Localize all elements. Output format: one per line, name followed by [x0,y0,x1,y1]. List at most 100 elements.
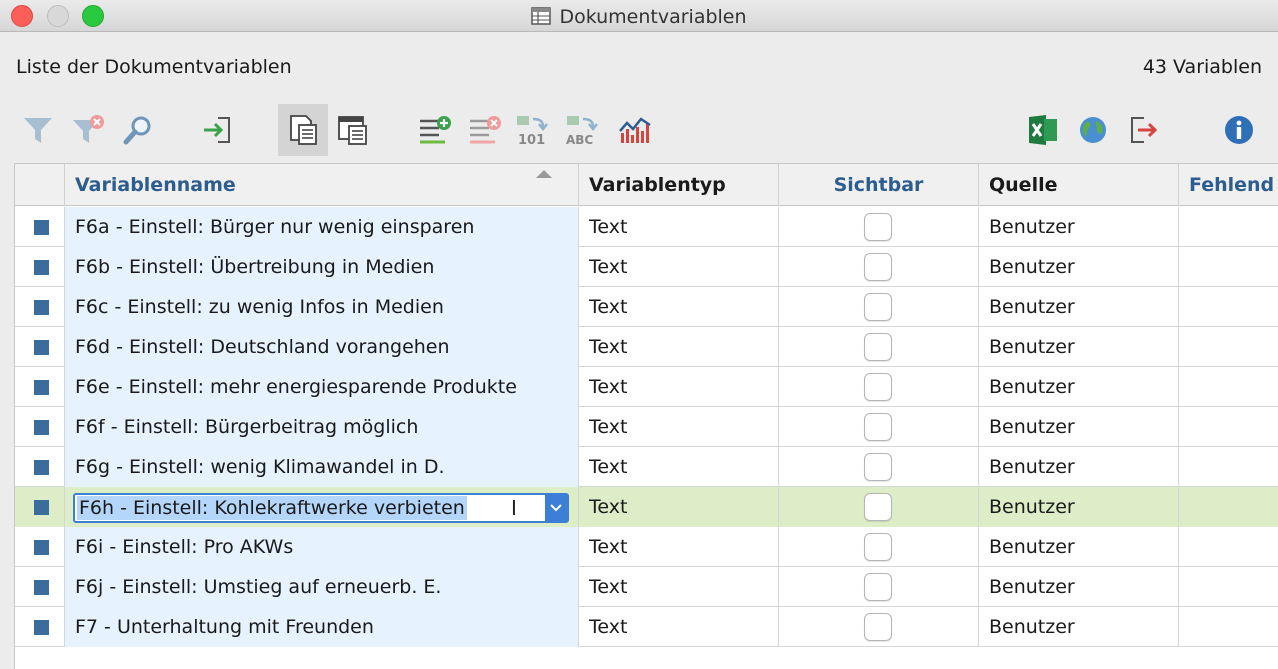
variable-type-cell[interactable]: Text [579,327,779,367]
svg-text:101: 101 [518,133,545,147]
source-cell: Benutzer [979,207,1179,247]
column-header-fehlend[interactable]: Fehlend [1179,164,1278,206]
table-row[interactable]: F6h - Einstell: Kohlekraftwerke verbiete… [15,487,1278,527]
missing-cell[interactable] [1179,567,1278,607]
variable-name-cell[interactable]: F6g - Einstell: wenig Klimawandel in D. [65,447,579,487]
table-row[interactable]: F6e - Einstell: mehr energiesparende Pro… [15,367,1278,407]
filter-button[interactable] [13,104,63,156]
missing-cell[interactable] [1179,287,1278,327]
visible-cell [779,447,979,487]
variable-name-cell[interactable]: F6i - Einstell: Pro AKWs [65,527,579,567]
info-icon [1225,116,1253,144]
visible-checkbox[interactable] [864,453,892,481]
delete-variable-button[interactable] [460,104,510,156]
variable-name-cell[interactable]: F6d - Einstell: Deutschland vorangehen [65,327,579,367]
variable-name-input[interactable]: F6h - Einstell: Kohlekraftwerke verbiete… [77,496,467,520]
visible-cell [779,287,979,327]
variable-name-cell[interactable]: F6j - Einstell: Umstieg auf erneuerb. E. [65,567,579,607]
column-header-variablenname[interactable]: Variablenname [65,164,579,206]
excel-export-button[interactable] [1018,104,1068,156]
table-row[interactable]: F6b - Einstell: Übertreibung in Medien Te… [15,247,1278,287]
table-row[interactable]: F6j - Einstell: Umstieg auf erneuerb. E.… [15,567,1278,607]
header-marker-column [15,164,65,206]
visible-cell [779,247,979,287]
missing-cell[interactable] [1179,247,1278,287]
source-cell: Benutzer [979,327,1179,367]
detail-view-icon [338,116,367,145]
variable-type-cell[interactable]: Text [579,447,779,487]
statistics-button[interactable] [610,104,660,156]
variable-name-cell[interactable]: F6e - Einstell: mehr energiesparende Pro… [65,367,579,407]
visible-checkbox[interactable] [864,493,892,521]
visible-cell [779,327,979,367]
filter-clear-button[interactable] [63,104,113,156]
web-export-button[interactable] [1068,104,1118,156]
variable-name-cell[interactable]: F7 - Unterhaltung mit Freunden [65,607,579,647]
visible-cell [779,567,979,607]
variable-type-cell[interactable]: Text [579,607,779,647]
variable-type-cell[interactable]: Text [579,247,779,287]
web-export-icon [1080,117,1106,143]
visible-checkbox[interactable] [864,573,892,601]
table-row[interactable]: F7 - Unterhaltung mit Freunden Text Benutz… [15,607,1278,647]
import-button[interactable] [192,104,242,156]
row-marker-cell [15,367,65,407]
convert-to-number-button[interactable]: 101 [508,104,558,156]
info-button[interactable] [1214,104,1264,156]
missing-cell[interactable] [1179,487,1278,527]
missing-cell[interactable] [1179,607,1278,647]
visible-checkbox[interactable] [864,373,892,401]
table-row[interactable]: F6a - Einstell: Bürger nur wenig einspar… [15,207,1278,247]
table-row[interactable]: F6i - Einstell: Pro AKWs Text Benutzer [15,527,1278,567]
visible-checkbox[interactable] [864,253,892,281]
variable-marker-icon [34,340,49,355]
row-marker-cell [15,247,65,287]
variable-name-cell[interactable]: F6c - Einstell: zu wenig Infos in Medien [65,287,579,327]
variable-name-cell[interactable]: F6b - Einstell: Übertreibung in Medien [65,247,579,287]
table-row[interactable]: F6d - Einstell: Deutschland vorangehen Te… [15,327,1278,367]
add-variable-button[interactable] [410,104,460,156]
visible-checkbox[interactable] [864,413,892,441]
variable-marker-icon [34,260,49,275]
variable-type-cell[interactable]: Text [579,567,779,607]
missing-cell[interactable] [1179,207,1278,247]
missing-cell[interactable] [1179,447,1278,487]
variable-type-cell[interactable]: Text [579,527,779,567]
export-button[interactable] [1118,104,1168,156]
text-cursor-icon: I [511,496,517,520]
add-variable-icon [420,116,451,144]
column-header-quelle[interactable]: Quelle [979,164,1179,206]
visible-checkbox[interactable] [864,333,892,361]
missing-cell[interactable] [1179,327,1278,367]
column-header-variablentyp[interactable]: Variablentyp [579,164,779,206]
dropdown-button[interactable] [545,495,567,521]
variable-type-cell[interactable]: Text [579,487,779,527]
missing-cell[interactable] [1179,407,1278,447]
variable-type-cell[interactable]: Text [579,407,779,447]
visible-checkbox[interactable] [864,613,892,641]
variable-type-cell[interactable]: Text [579,287,779,327]
row-marker-cell [15,567,65,607]
visible-checkbox[interactable] [864,293,892,321]
missing-cell[interactable] [1179,527,1278,567]
window-title-wrap: Dokumentvariablen [0,6,1278,31]
column-header-sichtbar[interactable]: Sichtbar [779,164,979,206]
search-button[interactable] [113,104,163,156]
variable-name-cell[interactable]: F6f - Einstell: Bürgerbeitrag möglich [65,407,579,447]
detail-view-button[interactable] [328,104,378,156]
variable-name-cell[interactable]: F6a - Einstell: Bürger nur wenig einspar… [65,207,579,247]
table-row[interactable]: F6f - Einstell: Bürgerbeitrag möglich Tex… [15,407,1278,447]
convert-to-text-button[interactable]: ABC [558,104,608,156]
visible-checkbox[interactable] [864,213,892,241]
visible-checkbox[interactable] [864,533,892,561]
table-row[interactable]: F6g - Einstell: wenig Klimawandel in D. T… [15,447,1278,487]
list-view-button[interactable] [278,104,328,156]
table-row[interactable]: F6c - Einstell: zu wenig Infos in Medien… [15,287,1278,327]
title-bar: Dokumentvariablen [0,0,1278,32]
variable-marker-icon [34,460,49,475]
missing-cell[interactable] [1179,367,1278,407]
variable-type-cell[interactable]: Text [579,367,779,407]
variable-name-combobox[interactable]: F6h - Einstell: Kohlekraftwerke verbiete… [73,493,569,523]
variable-type-cell[interactable]: Text [579,207,779,247]
variable-name-cell[interactable]: F6h - Einstell: Kohlekraftwerke verbiete… [65,487,579,527]
